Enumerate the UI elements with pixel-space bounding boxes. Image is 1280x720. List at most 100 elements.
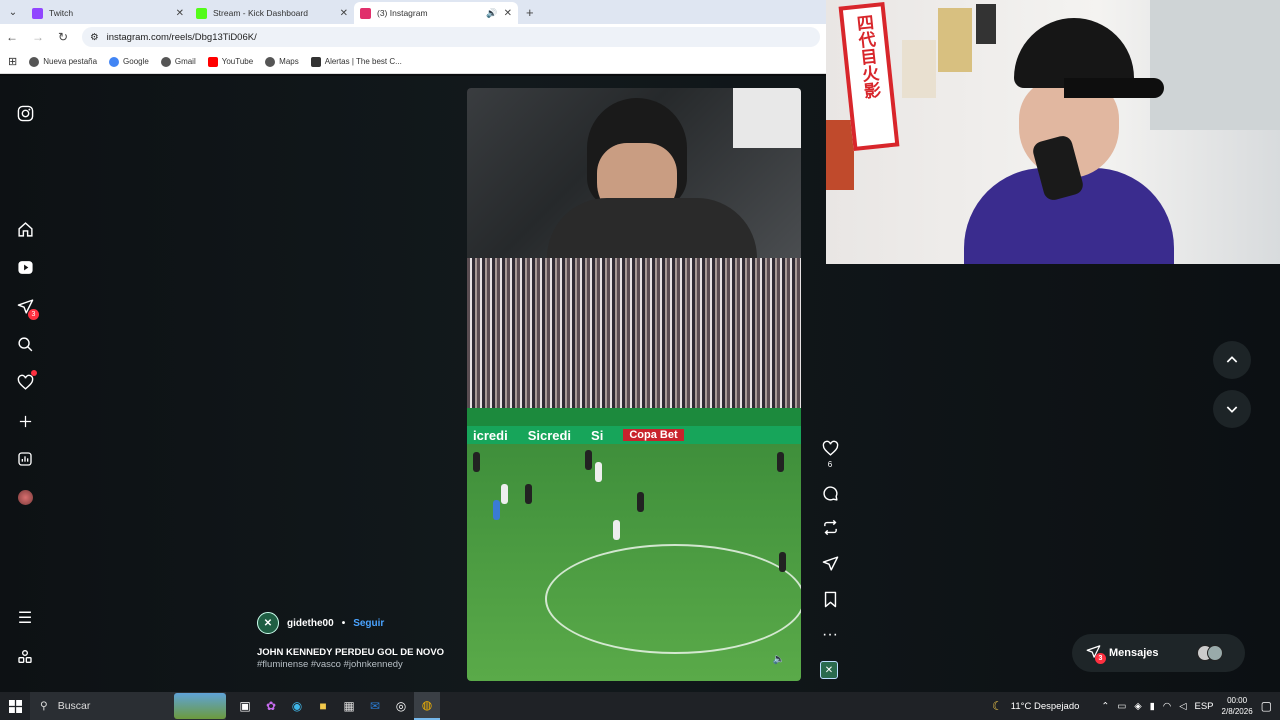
volume-icon[interactable]: ◁ bbox=[1179, 701, 1186, 712]
next-reel-chevron-down-icon[interactable] bbox=[1213, 390, 1251, 428]
bookmark-alertas[interactable]: Alertas | The best C... bbox=[310, 56, 402, 67]
copilot-icon[interactable]: ✿ bbox=[258, 692, 284, 720]
tab-twitch[interactable]: Twitch ✕ bbox=[26, 2, 190, 24]
previous-reel-chevron-up-icon[interactable] bbox=[1213, 341, 1251, 379]
site-settings-icon[interactable]: ⚙ bbox=[90, 32, 99, 43]
player bbox=[779, 552, 786, 572]
notifications-heart-icon[interactable] bbox=[15, 370, 37, 392]
back-arrow-icon[interactable]: ← bbox=[6, 30, 18, 44]
audio-toggle-icon[interactable]: 🔈 bbox=[773, 654, 785, 665]
reel-video[interactable]: icredi Sicredi Si Copa Bet 🔈 bbox=[467, 88, 801, 681]
close-icon[interactable]: ✕ bbox=[340, 8, 348, 19]
dashboard-icon[interactable] bbox=[15, 449, 35, 469]
like-count: 6 bbox=[827, 460, 833, 469]
new-tab-button[interactable]: + bbox=[518, 5, 534, 20]
windows-start-icon[interactable] bbox=[0, 699, 30, 713]
tab-kick-dashboard[interactable]: Stream - Kick Dashboard ✕ bbox=[190, 2, 354, 24]
ad-board-text: Si bbox=[591, 427, 604, 443]
author-username[interactable]: gidethe00 bbox=[287, 618, 334, 629]
microphone-icon[interactable]: ▮ bbox=[1150, 701, 1155, 712]
close-icon[interactable]: ✕ bbox=[504, 8, 512, 19]
tab-search-chevron-icon[interactable]: ⌄ bbox=[0, 0, 26, 24]
wifi-icon[interactable]: ◠ bbox=[1163, 701, 1171, 712]
language-indicator[interactable]: ESP bbox=[1195, 701, 1214, 712]
bookmark-youtube[interactable]: YouTube bbox=[207, 56, 253, 67]
windows-taskbar: ⚲ Buscar ▣ ✿ ◉ ■ ▦ ✉ ◎ ◍ ☾ 11°C Despejad… bbox=[0, 692, 1280, 720]
globe-icon bbox=[310, 56, 321, 67]
reel-actions: 6 ··· bbox=[818, 438, 842, 645]
weather-moon-icon[interactable]: ☾ bbox=[992, 699, 1003, 713]
speaker-icon[interactable]: 🔊 bbox=[486, 8, 497, 19]
bookmark-nueva-pestana[interactable]: Nueva pestaña bbox=[29, 56, 97, 67]
clock[interactable]: 00:00 2/8/2026 bbox=[1222, 695, 1253, 717]
banner-text: 四代目火影 bbox=[853, 13, 881, 100]
url-field[interactable]: ⚙ instagram.com/reels/Dbg13TiD06K/ bbox=[82, 27, 820, 47]
home-icon[interactable] bbox=[15, 219, 35, 239]
bookmarks-bar: ⊞ Nueva pestaña Google Gmail YouTube Map… bbox=[0, 50, 826, 74]
stadium-banner bbox=[467, 408, 801, 426]
chrome-icon[interactable]: ◍ bbox=[414, 692, 440, 720]
comment-icon[interactable] bbox=[822, 483, 839, 503]
task-view-icon[interactable]: ▣ bbox=[232, 692, 258, 720]
search-icon[interactable] bbox=[15, 334, 35, 354]
player bbox=[525, 484, 532, 504]
messages-button[interactable]: 3 Mensajes bbox=[1072, 634, 1245, 672]
create-plus-icon[interactable] bbox=[15, 411, 35, 431]
instagram-sidebar: 3 ☰ bbox=[0, 76, 50, 692]
bookmark-google[interactable]: Google bbox=[109, 56, 149, 67]
instagram-favicon-icon bbox=[360, 7, 371, 19]
file-explorer-icon[interactable]: ■ bbox=[310, 692, 336, 720]
bookmark-maps[interactable]: Maps bbox=[265, 56, 299, 67]
profile-avatar[interactable] bbox=[15, 487, 35, 507]
outlook-icon[interactable]: ✉ bbox=[362, 692, 388, 720]
instagram-logo-icon[interactable] bbox=[15, 103, 35, 123]
wall-poster bbox=[826, 120, 854, 190]
author-avatar[interactable]: ✕ bbox=[257, 612, 279, 634]
tab-title: (3) Instagram bbox=[377, 8, 428, 18]
tab-instagram[interactable]: (3) Instagram 🔊 ✕ bbox=[354, 2, 518, 24]
bookmark-gmail[interactable]: Gmail bbox=[160, 56, 196, 67]
taskbar-search[interactable]: ⚲ Buscar bbox=[30, 692, 226, 720]
battery-icon[interactable]: ▭ bbox=[1117, 701, 1126, 712]
more-options-icon[interactable]: ··· bbox=[822, 625, 838, 645]
show-hidden-icons-chevron-icon[interactable]: ⌃ bbox=[1101, 701, 1109, 712]
player bbox=[637, 492, 644, 512]
like-heart-icon[interactable] bbox=[822, 438, 839, 458]
stadium-crowd bbox=[467, 258, 801, 408]
notifications-icon[interactable]: ▢ bbox=[1261, 699, 1272, 713]
weather-text[interactable]: 11°C Despejado bbox=[1011, 701, 1080, 712]
cap-brim bbox=[1064, 78, 1164, 98]
messages-badge: 3 bbox=[1095, 653, 1106, 664]
follow-button[interactable]: Seguir bbox=[353, 618, 384, 629]
share-icon[interactable] bbox=[822, 553, 839, 573]
edge-icon[interactable]: ◉ bbox=[284, 692, 310, 720]
obs-icon[interactable]: ◎ bbox=[388, 692, 414, 720]
microsoft-store-icon[interactable]: ▦ bbox=[336, 692, 362, 720]
browser-tab-bar: ⌄ Twitch ✕ Stream - Kick Dashboard ✕ (3)… bbox=[0, 0, 826, 24]
reels-icon[interactable] bbox=[15, 257, 35, 277]
close-icon[interactable]: ✕ bbox=[176, 8, 184, 19]
wall-poster bbox=[902, 40, 936, 98]
network-icon[interactable]: ◈ bbox=[1134, 701, 1141, 712]
original-audio-icon[interactable]: ✕ bbox=[820, 661, 838, 679]
save-bookmark-icon[interactable] bbox=[823, 589, 838, 609]
reel-caption: JOHN KENNEDY PERDEU GOL DE NOVO bbox=[257, 647, 445, 658]
center-circle bbox=[545, 544, 801, 654]
player bbox=[777, 452, 784, 472]
messages-label: Mensajes bbox=[1109, 647, 1159, 659]
more-menu-icon[interactable]: ☰ bbox=[15, 608, 35, 628]
youtube-icon bbox=[207, 56, 218, 67]
repost-icon[interactable] bbox=[822, 517, 839, 537]
forward-arrow-icon[interactable]: → bbox=[32, 30, 44, 44]
direct-messages-icon[interactable]: 3 bbox=[15, 296, 39, 320]
also-from-meta-icon[interactable] bbox=[15, 647, 35, 667]
reload-icon[interactable]: ↻ bbox=[58, 30, 68, 44]
reel-hashtags[interactable]: #fluminense #vasco #johnkennedy bbox=[257, 659, 403, 670]
google-icon bbox=[109, 56, 120, 67]
ad-board-text: Copa Bet bbox=[623, 429, 684, 441]
bookmark-label: Alertas | The best C... bbox=[324, 57, 402, 66]
globe-icon bbox=[265, 56, 276, 67]
system-tray: ☾ 11°C Despejado ⌃ ▭ ◈ ▮ ◠ ◁ ESP 00:00 2… bbox=[992, 695, 1280, 717]
apps-grid-icon[interactable]: ⊞ bbox=[8, 55, 17, 68]
reel-author: ✕ gidethe00 • Seguir bbox=[257, 612, 384, 634]
